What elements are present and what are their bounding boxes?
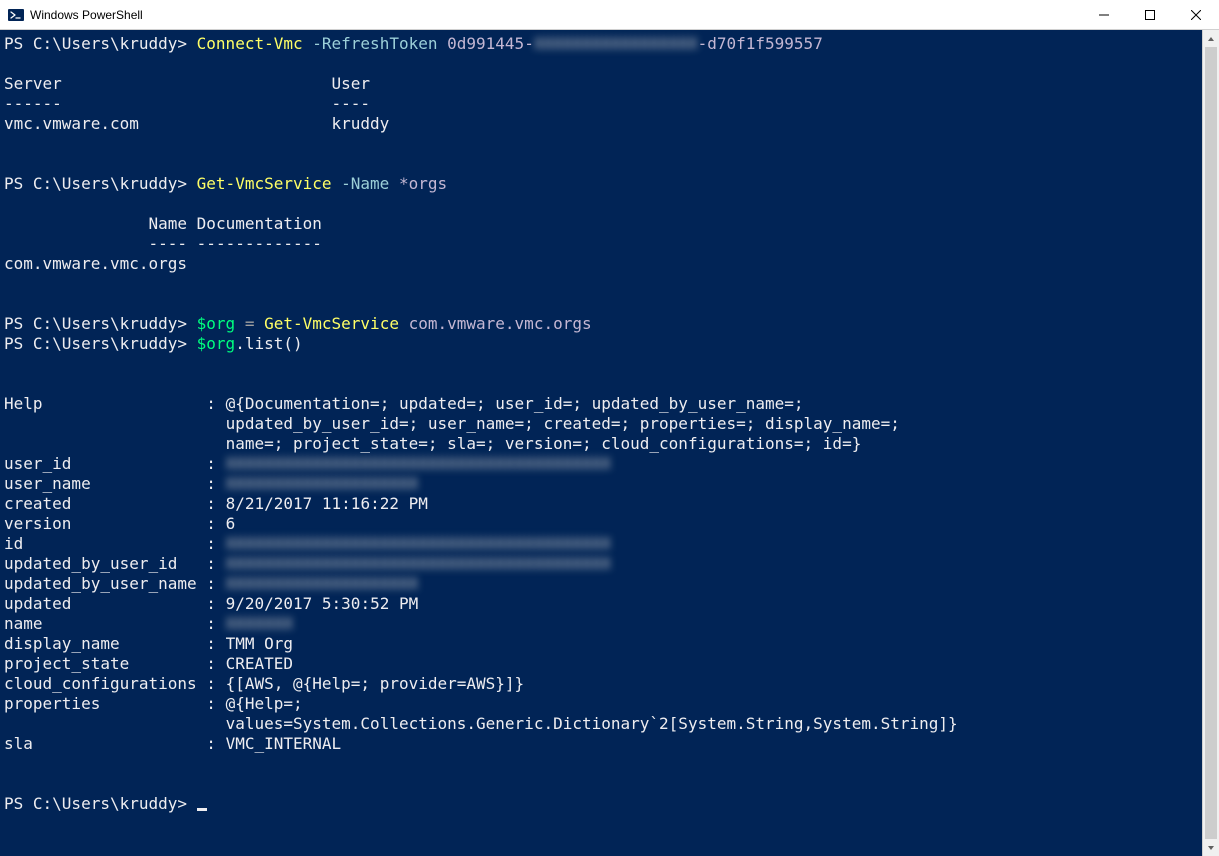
arg: *orgs xyxy=(399,174,447,193)
colon: : xyxy=(197,674,226,693)
variable: $org xyxy=(197,314,236,333)
cell: kruddy xyxy=(332,114,390,133)
prop-val-redacted: XXXXXXXXXXXXXXXXXXXXXXXXXXXXXXXXXXXXXXXX xyxy=(226,554,611,573)
prompt: PS C:\Users\kruddy> xyxy=(4,314,197,333)
prop-key: updated_by_user_name xyxy=(4,574,197,593)
scroll-track[interactable] xyxy=(1203,47,1219,839)
operator: = xyxy=(235,314,264,333)
col-header: Name xyxy=(149,214,188,233)
window-controls xyxy=(1081,0,1219,29)
colon: : xyxy=(197,494,226,513)
prop-key: updated_by_user_id xyxy=(4,554,177,573)
prop-val: values=System.Collections.Generic.Dictio… xyxy=(226,714,958,733)
colon: : xyxy=(197,734,226,753)
col-header: Documentation xyxy=(197,214,322,233)
prop-val-redacted: XXXXXXXXXXXXXXXXXXXXXXXXXXXXXXXXXXXXXXXX xyxy=(226,534,611,553)
col-header: Server xyxy=(4,74,62,93)
param: -RefreshToken xyxy=(303,34,448,53)
cell: vmc.vmware.com xyxy=(4,114,139,133)
arg-suffix: -d70f1f599557 xyxy=(698,34,823,53)
vertical-scrollbar[interactable] xyxy=(1202,30,1219,856)
prop-val: 6 xyxy=(226,514,236,533)
command: Connect-Vmc xyxy=(197,34,303,53)
colon: : xyxy=(197,454,226,473)
col-header: User xyxy=(332,74,371,93)
arg-prefix: 0d991445- xyxy=(447,34,534,53)
prop-val: TMM Org xyxy=(226,634,293,653)
prop-key: project_state xyxy=(4,654,129,673)
scroll-up-button[interactable] xyxy=(1203,30,1219,47)
prop-key: sla xyxy=(4,734,33,753)
prop-val: 8/21/2017 11:16:22 PM xyxy=(226,494,428,513)
col-sep: ------------- xyxy=(197,234,322,253)
prop-key: id xyxy=(4,534,23,553)
prop-val-redacted: XXXXXXXXXXXXXXXXXXXX xyxy=(226,574,419,593)
command: Get-VmcService xyxy=(197,174,332,193)
prop-val: @{Help=; xyxy=(226,694,303,713)
colon: : xyxy=(197,534,226,553)
prop-key: updated xyxy=(4,594,71,613)
command: Get-VmcService xyxy=(264,314,399,333)
prop-key: user_name xyxy=(4,474,91,493)
minimize-button[interactable] xyxy=(1081,0,1127,29)
arg: com.vmware.vmc.orgs xyxy=(399,314,592,333)
prop-key: display_name xyxy=(4,634,120,653)
terminal-output[interactable]: PS C:\Users\kruddy> Connect-Vmc -Refresh… xyxy=(0,30,1202,856)
col-sep: ---- xyxy=(149,234,188,253)
colon: : xyxy=(197,594,226,613)
window-title: Windows PowerShell xyxy=(30,8,143,22)
prop-val: CREATED xyxy=(226,654,293,673)
arg-redacted: XXXXXXXXXXXXXXXXX xyxy=(534,34,698,53)
terminal-container: PS C:\Users\kruddy> Connect-Vmc -Refresh… xyxy=(0,30,1219,856)
prop-key: created xyxy=(4,494,71,513)
col-sep: ---- xyxy=(332,94,371,113)
prop-key: cloud_configurations xyxy=(4,674,197,693)
prop-val-redacted: XXXXXXXXXXXXXXXXXXXXXXXXXXXXXXXXXXXXXXXX xyxy=(226,454,611,473)
prop-key: name xyxy=(4,614,43,633)
colon: : xyxy=(197,514,226,533)
colon: : xyxy=(197,614,226,633)
colon: : xyxy=(197,634,226,653)
prop-val: VMC_INTERNAL xyxy=(226,734,342,753)
prompt: PS C:\Users\kruddy> xyxy=(4,794,197,813)
cursor xyxy=(197,808,207,811)
colon: : xyxy=(197,694,226,713)
prop-val-redacted: XXXXXXXXXXXXXXXXXXXX xyxy=(226,474,419,493)
col-sep: ------ xyxy=(4,94,62,113)
colon: : xyxy=(197,474,226,493)
cell: com.vmware.vmc.orgs xyxy=(4,254,187,273)
scroll-thumb[interactable] xyxy=(1205,47,1217,839)
variable: $org xyxy=(197,334,236,353)
prop-val: {[AWS, @{Help=; provider=AWS}]} xyxy=(226,674,525,693)
close-button[interactable] xyxy=(1173,0,1219,29)
prop-key: properties xyxy=(4,694,100,713)
scroll-down-button[interactable] xyxy=(1203,839,1219,856)
prop-key: version xyxy=(4,514,71,533)
prop-val: updated_by_user_id=; user_name=; created… xyxy=(226,414,900,433)
prop-val: @{Documentation=; updated=; user_id=; up… xyxy=(226,394,804,413)
method-call: .list() xyxy=(235,334,302,353)
prop-val-redacted: XXXXXXX xyxy=(226,614,293,633)
colon: : xyxy=(197,654,226,673)
prop-key: user_id xyxy=(4,454,71,473)
prompt: PS C:\Users\kruddy> xyxy=(4,174,197,193)
maximize-button[interactable] xyxy=(1127,0,1173,29)
prompt: PS C:\Users\kruddy> xyxy=(4,334,197,353)
param: -Name xyxy=(332,174,399,193)
window-titlebar[interactable]: Windows PowerShell xyxy=(0,0,1219,30)
colon: : xyxy=(197,394,226,413)
prop-val: 9/20/2017 5:30:52 PM xyxy=(226,594,419,613)
prompt: PS C:\Users\kruddy> xyxy=(4,34,197,53)
powershell-icon xyxy=(8,7,24,23)
prop-val: name=; project_state=; sla=; version=; c… xyxy=(226,434,862,453)
prop-key: Help xyxy=(4,394,43,413)
colon: : xyxy=(197,554,226,573)
colon: : xyxy=(197,574,226,593)
